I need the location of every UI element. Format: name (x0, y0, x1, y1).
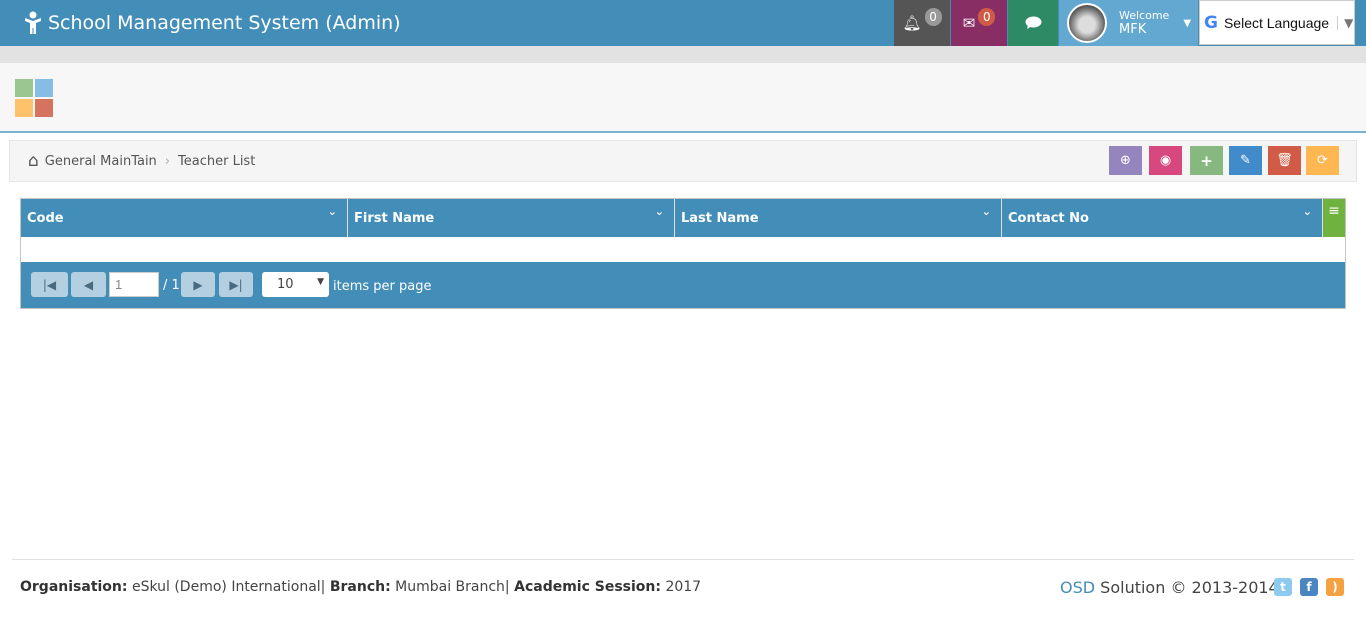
caret-down-icon: ▼ (1337, 15, 1353, 30)
footer-info: Organisation: eSkul (Demo) International… (20, 579, 701, 595)
add-button[interactable]: + (1190, 146, 1223, 175)
edit-button[interactable]: ✎ (1229, 146, 1262, 175)
child-icon (25, 11, 41, 34)
tiles-logo (15, 79, 53, 117)
facebook-button[interactable]: f (1300, 578, 1318, 596)
notifications-badge: 0 (924, 8, 942, 26)
column-menu-button[interactable]: ≡ (1323, 199, 1345, 237)
prev-page-button[interactable]: ◀ (71, 272, 106, 297)
chevron-down-icon[interactable]: ⌄ (328, 205, 337, 218)
app-title: School Management System (Admin) (48, 12, 401, 34)
page-size-select[interactable]: 10 ▼ (262, 272, 329, 297)
org-label: Organisation: (20, 579, 128, 595)
trash-icon: 🗑︎ (1276, 153, 1293, 168)
welcome-label: Welcome (1119, 9, 1170, 22)
chevron-down-icon[interactable]: ⌄ (655, 205, 664, 218)
language-label: Select Language (1223, 14, 1330, 31)
messages-button[interactable]: ✉ 0 (951, 0, 1007, 46)
refresh-button[interactable]: ⟳ (1306, 146, 1339, 175)
org-value: eSkul (Demo) International| (131, 579, 326, 595)
chevron-right-icon: › (164, 153, 171, 169)
google-icon: G (1204, 12, 1218, 33)
comment-icon (1025, 16, 1041, 29)
branch-label: Branch: (329, 579, 391, 595)
user-menu[interactable]: Welcome MFK ▼ (1059, 0, 1198, 46)
caret-down-icon: ▼ (1183, 17, 1192, 29)
last-page-icon: ▶| (229, 277, 243, 292)
breadcrumb-item[interactable]: General MainTain (45, 154, 157, 169)
column-label: Last Name (681, 210, 759, 226)
user-name: MFK (1119, 22, 1147, 37)
sub-bar (0, 46, 1366, 63)
column-label: Contact No (1008, 210, 1089, 226)
eye-icon: ◉ (1159, 153, 1172, 168)
next-page-button[interactable]: ▶ (181, 272, 215, 297)
first-page-button[interactable]: |◀ (31, 272, 68, 297)
items-per-page-label: items per page (333, 279, 432, 294)
session-label: Academic Session: (514, 579, 661, 595)
breadcrumb-current: Teacher List (178, 153, 256, 169)
column-header-first-name[interactable]: First Name ⌄ (348, 199, 675, 237)
column-label: First Name (354, 210, 435, 226)
plus-icon: + (1200, 151, 1213, 170)
chat-button[interactable] (1008, 0, 1058, 46)
prev-icon: ◀ (83, 277, 94, 292)
next-icon: ▶ (193, 277, 203, 292)
refresh-icon: ⟳ (1317, 153, 1328, 168)
breadcrumb: ⌂ General MainTain › Teacher List ⊕ ◉ + … (9, 140, 1357, 182)
rss-button[interactable]: ) (1326, 578, 1344, 596)
page-header (0, 63, 1366, 133)
home-icon: ⌂ (28, 151, 39, 171)
branch-value: Mumbai Branch| (395, 579, 510, 595)
chevron-down-icon[interactable]: ⌄ (982, 205, 991, 218)
footer-divider (12, 559, 1354, 560)
view-button[interactable]: ◉ (1149, 146, 1182, 175)
rss-icon: ) (1332, 580, 1338, 594)
session-value: 2017 (665, 579, 702, 595)
twitter-button[interactable]: t (1274, 578, 1292, 596)
avatar (1067, 3, 1107, 43)
menu-icon: ≡ (1328, 203, 1340, 219)
app-brand[interactable]: School Management System (Admin) (24, 0, 401, 46)
messages-badge: 0 (978, 8, 996, 26)
chevron-down-icon[interactable]: ⌄ (1303, 205, 1312, 218)
column-header-code[interactable]: Code ⌄ (21, 199, 348, 237)
caret-down-icon: ▼ (317, 277, 324, 287)
page-size-value: 10 (277, 277, 294, 292)
copyright: Solution © 2013-2014 (1100, 578, 1279, 597)
column-header-contact-no[interactable]: Contact No ⌄ (1002, 199, 1323, 237)
pager: |◀ ◀ / 1 ▶ ▶| 10 ▼ items per page (21, 262, 1345, 308)
first-page-icon: |◀ (42, 277, 57, 292)
notifications-button[interactable]: 🔔︎ 0 (894, 0, 950, 46)
search-button[interactable]: ⊕ (1109, 146, 1142, 175)
column-label: Code (27, 210, 64, 226)
twitter-icon: t (1280, 580, 1286, 594)
teacher-grid: Code ⌄ First Name ⌄ Last Name ⌄ Contact No ⌄… (20, 198, 1346, 309)
delete-button[interactable]: 🗑︎ (1268, 146, 1301, 175)
language-select[interactable]: G Select Language ▼ (1199, 0, 1355, 45)
bell-icon: 🔔︎ (902, 14, 922, 32)
zoom-in-icon: ⊕ (1120, 153, 1131, 168)
brand-osd: OSD (1060, 578, 1096, 597)
facebook-icon: f (1306, 580, 1312, 594)
footer-brand: OSD Solution © 2013-2014 (1060, 578, 1279, 597)
top-navbar: School Management System (Admin) 🔔︎ 0 ✉ … (0, 0, 1366, 46)
pencil-icon: ✎ (1240, 153, 1251, 168)
envelope-icon: ✉ (962, 14, 976, 32)
page-input[interactable] (109, 272, 159, 297)
column-header-last-name[interactable]: Last Name ⌄ (675, 199, 1002, 237)
total-pages: / 1 (163, 278, 180, 293)
last-page-button[interactable]: ▶| (219, 272, 253, 297)
